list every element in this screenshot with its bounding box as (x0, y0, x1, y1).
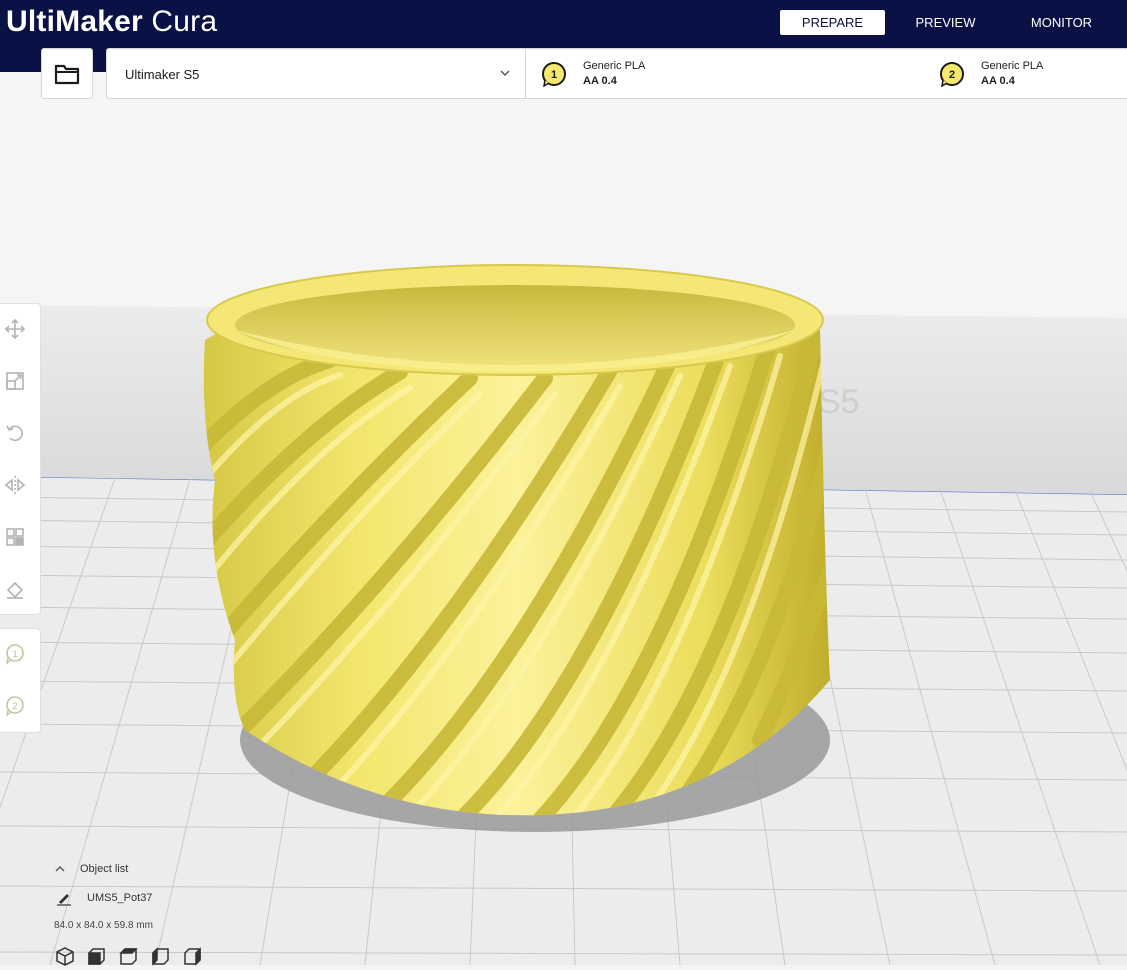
3d-view-icon[interactable] (54, 946, 76, 966)
printer-selector-bar: Ultimaker S5 1 Generic PLA AA 0.4 2 Gene… (106, 48, 1127, 99)
scale-icon[interactable] (4, 370, 26, 392)
chevron-up-icon (55, 866, 65, 872)
extruder-1-material: Generic PLA (583, 60, 646, 72)
top-view-icon[interactable] (118, 946, 140, 966)
extruder-1-badge-icon: 1 (542, 62, 566, 87)
per-model-settings-icon[interactable] (4, 526, 26, 548)
app-title: UltiMaker Cura (6, 5, 218, 38)
object-name: UMS5_Pot37 (87, 892, 153, 904)
rotate-icon[interactable] (4, 422, 26, 444)
right-view-icon[interactable] (182, 946, 204, 966)
extruder-2-nozzle: AA 0.4 (981, 75, 1015, 87)
svg-text:1: 1 (551, 69, 557, 81)
object-dimensions: 84.0 x 84.0 x 59.8 mm (54, 920, 153, 931)
svg-text:1: 1 (12, 649, 17, 659)
extruder-selector-panel: 1 2 (0, 628, 41, 733)
chevron-down-icon[interactable] (499, 67, 511, 79)
object-list-title: Object list (80, 863, 129, 875)
tool-panel (0, 303, 41, 615)
build-volume-scene: S5 (0, 72, 1127, 966)
divider (525, 49, 526, 99)
printer-selector[interactable]: Ultimaker S5 (125, 49, 199, 100)
3d-viewport[interactable]: S5 (0, 72, 1127, 966)
support-blocker-icon[interactable] (4, 578, 26, 600)
extruder-2-badge-icon: 2 (940, 62, 964, 87)
open-file-button[interactable] (41, 48, 93, 99)
extruder-1-nozzle: AA 0.4 (583, 75, 617, 87)
extruder-2-material: Generic PLA (981, 60, 1044, 72)
buildplate-label: S5 (818, 383, 860, 421)
left-view-icon[interactable] (150, 946, 172, 966)
pencil-icon (57, 894, 71, 906)
mirror-icon[interactable] (4, 474, 26, 496)
tab-prepare[interactable]: PREPARE (780, 10, 885, 35)
extruder-1-config[interactable]: 1 Generic PLA AA 0.4 (541, 59, 901, 89)
svg-text:2: 2 (949, 69, 955, 81)
svg-text:2: 2 (12, 701, 17, 711)
object-list-panel: Object list UMS5_Pot37 84.0 x 84.0 x 59.… (54, 860, 314, 966)
tab-monitor[interactable]: MONITOR (1008, 10, 1115, 35)
extruder-2-config[interactable]: 2 Generic PLA AA 0.4 (939, 59, 1127, 89)
move-icon[interactable] (4, 318, 26, 340)
tab-preview[interactable]: PREVIEW (893, 10, 998, 35)
folder-icon (54, 64, 80, 84)
extruder-1-select-icon[interactable]: 1 (4, 643, 26, 665)
extruder-2-select-icon[interactable]: 2 (4, 695, 26, 717)
front-view-icon[interactable] (86, 946, 108, 966)
